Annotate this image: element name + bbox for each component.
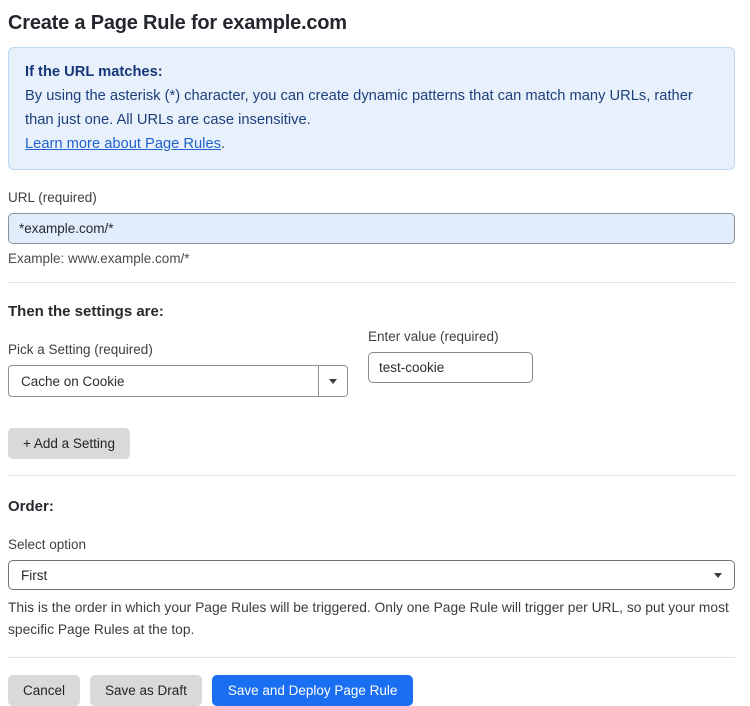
url-example-text: Example: www.example.com/* [8, 251, 190, 266]
pick-setting-arrow-button[interactable] [318, 366, 347, 396]
settings-section-heading: Then the settings are: [8, 303, 164, 320]
divider [8, 657, 735, 658]
order-section-heading: Order: [8, 498, 54, 515]
learn-more-page-rules-link[interactable]: Learn more about Page Rules [25, 136, 221, 152]
order-select-label: Select option [8, 537, 87, 552]
order-help-text: This is the order in which your Page Rul… [8, 600, 729, 637]
add-setting-button[interactable]: + Add a Setting [8, 428, 130, 459]
form-actions: Cancel Save as Draft Save and Deploy Pag… [8, 675, 735, 706]
pick-setting-selected-value: Cache on Cookie [21, 373, 125, 389]
order-select[interactable]: First [8, 560, 735, 590]
enter-value-label: Enter value (required) [368, 329, 499, 344]
chevron-down-icon [329, 378, 337, 384]
cancel-button[interactable]: Cancel [8, 675, 81, 706]
settings-row: Pick a Setting (required) Cache on Cooki… [8, 322, 735, 397]
page-title: Create a Page Rule for example.com [8, 12, 347, 34]
create-page-rule-form: Create a Page Rule for example.com If th… [0, 0, 750, 706]
setting-value-input[interactable] [368, 352, 533, 383]
url-input[interactable] [8, 213, 735, 244]
divider [8, 282, 735, 283]
enter-value-column: Enter value (required) [368, 329, 533, 397]
chevron-down-icon [714, 572, 722, 578]
pick-setting-column: Pick a Setting (required) Cache on Cooki… [8, 322, 348, 397]
save-as-draft-button[interactable]: Save as Draft [90, 675, 202, 706]
url-match-infobox: If the URL matches: By using the asteris… [8, 47, 735, 170]
order-selected-value: First [21, 567, 48, 583]
pick-setting-select[interactable]: Cache on Cookie [8, 365, 348, 397]
infobox-heading: If the URL matches: [25, 64, 163, 80]
save-and-deploy-button[interactable]: Save and Deploy Page Rule [211, 675, 414, 706]
infobox-link-line: Learn more about Page Rules. [25, 132, 718, 156]
infobox-link-period: . [220, 136, 226, 152]
infobox-body: By using the asterisk (*) character, you… [25, 88, 693, 128]
url-label: URL (required) [8, 190, 97, 205]
divider [8, 475, 735, 476]
pick-setting-label: Pick a Setting (required) [8, 342, 153, 357]
